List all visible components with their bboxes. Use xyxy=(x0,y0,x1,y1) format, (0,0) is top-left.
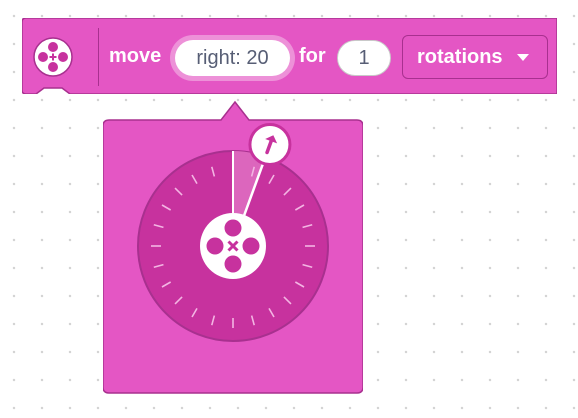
motor-wheel-icon xyxy=(33,37,73,77)
block-icon-area xyxy=(22,18,98,94)
workspace-canvas[interactable]: move right: 20 for 1 rotations xyxy=(0,0,578,418)
unit-dropdown[interactable]: rotations xyxy=(402,35,548,79)
unit-dropdown-label: rotations xyxy=(417,46,503,68)
motor-wheel-icon xyxy=(200,213,266,279)
block-divider xyxy=(98,28,99,86)
caret-down-icon xyxy=(517,54,529,61)
direction-dial-popup xyxy=(103,100,363,394)
for-label: for xyxy=(299,45,326,67)
amount-field[interactable]: 1 xyxy=(337,40,391,76)
motor-move-block[interactable]: move right: 20 for 1 rotations xyxy=(22,18,557,94)
direction-field[interactable]: right: 20 xyxy=(175,40,290,76)
move-label: move xyxy=(109,45,162,67)
dial-handle[interactable] xyxy=(248,123,292,167)
direction-dial[interactable] xyxy=(103,100,363,394)
